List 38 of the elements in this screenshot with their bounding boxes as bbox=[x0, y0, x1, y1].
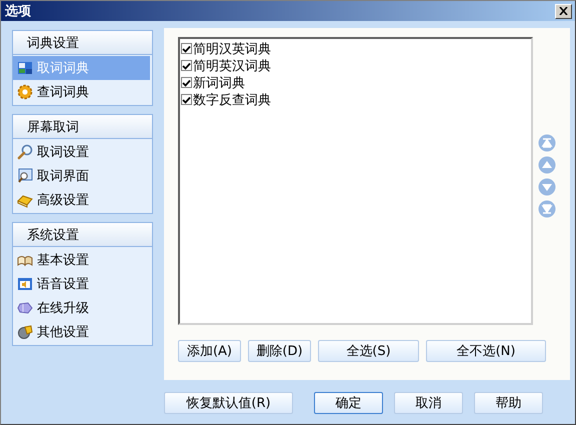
screen-magnifier-icon bbox=[17, 168, 33, 184]
grid-icon bbox=[17, 60, 33, 76]
close-icon bbox=[559, 7, 568, 15]
dialog-button[interactable]: 恢复默认值(R) bbox=[164, 392, 293, 414]
checkbox[interactable] bbox=[181, 43, 192, 54]
group-header: 词典设置 bbox=[13, 31, 152, 55]
sidebar-item[interactable]: 取词设置 bbox=[13, 140, 152, 164]
prism-icon bbox=[17, 300, 33, 316]
sidebar-item[interactable]: 取词界面 bbox=[13, 164, 152, 188]
sidebar-item[interactable]: 查词词典 bbox=[13, 80, 152, 104]
dialog-button[interactable]: 取消 bbox=[394, 392, 463, 414]
sidebar-item[interactable]: 其他设置 bbox=[13, 320, 152, 344]
dictionary-list[interactable]: 简明汉英词典 简明英汉词典 新词词典 数字反查词典 bbox=[178, 37, 533, 325]
dictionary-name: 简明英汉词典 bbox=[193, 58, 271, 74]
dialog-button[interactable]: 确定 bbox=[314, 392, 383, 414]
checkbox[interactable] bbox=[181, 94, 192, 105]
window-title: 选项 bbox=[5, 3, 31, 20]
dialog-button[interactable]: 帮助 bbox=[474, 392, 543, 414]
checkbox[interactable] bbox=[181, 77, 192, 88]
speaker-window-icon bbox=[17, 276, 33, 292]
magnifier-icon bbox=[17, 144, 33, 160]
sidebar-item[interactable]: 高级设置 bbox=[13, 188, 152, 212]
group-header: 系统设置 bbox=[13, 223, 152, 247]
sidebar-item[interactable]: 基本设置 bbox=[13, 248, 152, 272]
group-header: 屏幕取词 bbox=[13, 115, 152, 139]
dictionary-name: 新词词典 bbox=[193, 74, 245, 92]
tools-icon bbox=[17, 324, 33, 340]
list-action-button[interactable]: 全选(S) bbox=[318, 340, 419, 362]
list-action-button[interactable]: 全不选(N) bbox=[426, 340, 546, 362]
sidebar-item[interactable]: 在线升级 bbox=[13, 296, 152, 320]
dictionary-name: 简明汉英词典 bbox=[193, 40, 271, 58]
gear-icon bbox=[17, 84, 33, 100]
close-button[interactable] bbox=[555, 4, 572, 18]
checkbox[interactable] bbox=[181, 60, 192, 71]
dictionary-name: 数字反查词典 bbox=[193, 92, 271, 108]
list-action-button[interactable]: 删除(D) bbox=[248, 340, 311, 362]
list-action-button[interactable]: 添加(A) bbox=[178, 340, 241, 362]
sidebar-item[interactable]: 语音设置 bbox=[13, 272, 152, 296]
